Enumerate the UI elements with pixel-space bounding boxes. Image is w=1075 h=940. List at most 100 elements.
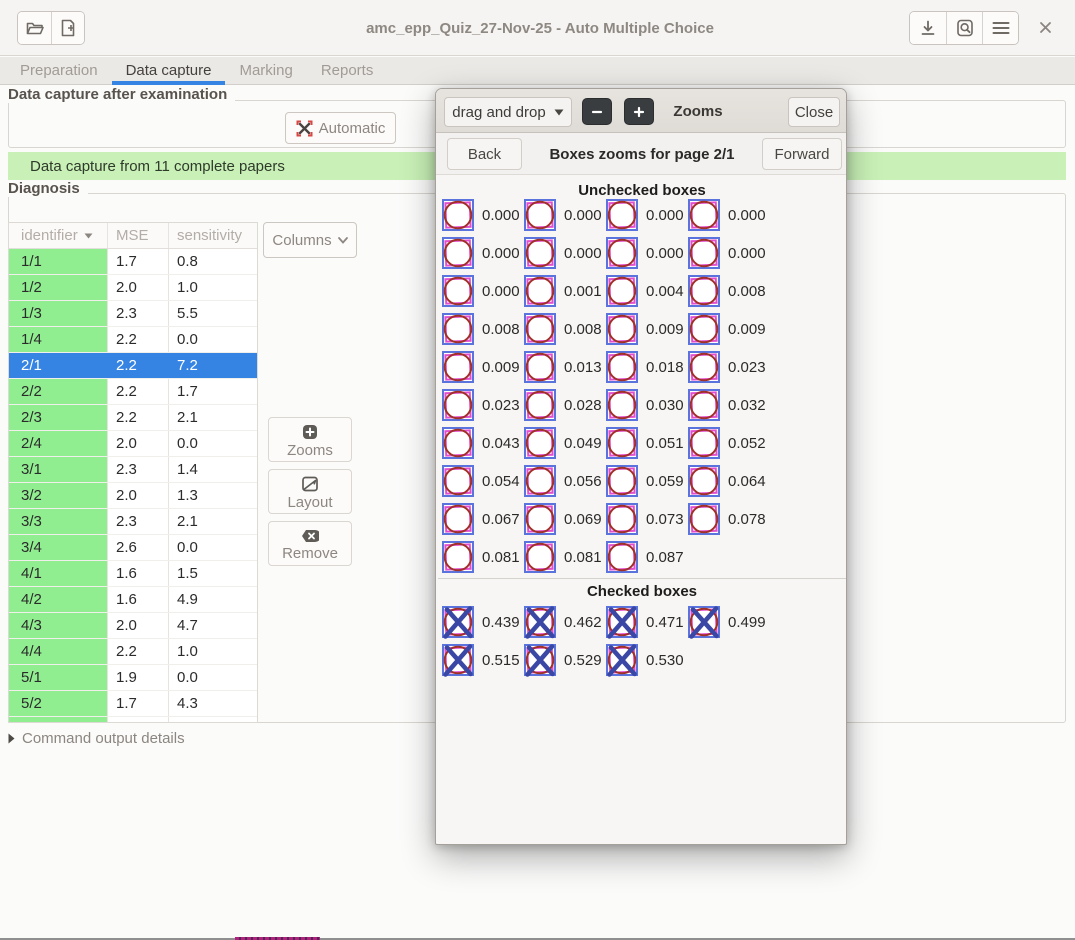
table-row[interactable]: 4/21.64.9 <box>9 587 257 613</box>
table-row[interactable]: 3/42.60.0 <box>9 535 257 561</box>
unchecked-box-item[interactable]: 0.000 <box>524 199 606 231</box>
table-row-partial[interactable] <box>9 717 257 723</box>
table-row[interactable]: 1/22.01.0 <box>9 275 257 301</box>
unchecked-box-item[interactable]: 0.008 <box>688 275 770 307</box>
dialog-close-button[interactable]: Close <box>788 97 840 127</box>
table-row[interactable]: 1/11.70.8 <box>9 249 257 275</box>
checked-box-item[interactable]: 0.529 <box>524 644 606 676</box>
window-action-group <box>909 11 1019 45</box>
new-project-button[interactable] <box>51 12 84 44</box>
table-row[interactable]: 1/32.35.5 <box>9 301 257 327</box>
table-row[interactable]: 4/11.61.5 <box>9 561 257 587</box>
table-row[interactable]: 2/42.00.0 <box>9 431 257 457</box>
unchecked-box-item[interactable]: 0.000 <box>688 237 770 269</box>
checked-box-item[interactable]: 0.471 <box>606 606 688 638</box>
unchecked-box-item[interactable]: 0.000 <box>606 237 688 269</box>
unchecked-box-item[interactable]: 0.008 <box>442 313 524 345</box>
tab-marking[interactable]: Marking <box>225 57 306 85</box>
unchecked-box-item[interactable]: 0.001 <box>524 275 606 307</box>
unchecked-box-item[interactable]: 0.056 <box>524 465 606 497</box>
unchecked-box-item[interactable]: 0.000 <box>442 199 524 231</box>
tab-reports[interactable]: Reports <box>307 57 388 85</box>
automatic-capture-button[interactable]: Automatic <box>285 112 396 144</box>
unchecked-box-item[interactable]: 0.054 <box>442 465 524 497</box>
back-button[interactable]: Back <box>447 138 522 170</box>
unchecked-box-item[interactable]: 0.087 <box>606 541 688 573</box>
unchecked-box-item[interactable]: 0.023 <box>442 389 524 421</box>
table-row[interactable]: 5/11.90.0 <box>9 665 257 691</box>
preview-button[interactable] <box>946 12 982 44</box>
menu-button[interactable] <box>982 12 1018 44</box>
unchecked-box-item[interactable]: 0.081 <box>524 541 606 573</box>
column-header-mse[interactable]: MSE <box>108 223 169 248</box>
tab-data-capture[interactable]: Data capture <box>112 57 226 85</box>
table-row[interactable]: 4/42.21.0 <box>9 639 257 665</box>
unchecked-box-item[interactable]: 0.078 <box>688 503 770 535</box>
zoom-out-button[interactable] <box>582 98 612 125</box>
remove-button[interactable]: Remove <box>268 521 352 566</box>
table-row[interactable]: 2/12.27.2 <box>9 353 257 379</box>
table-row[interactable]: 1/42.20.0 <box>9 327 257 353</box>
checked-box-item[interactable]: 0.439 <box>442 606 524 638</box>
checked-box-item[interactable]: 0.530 <box>606 644 688 676</box>
zoom-in-button[interactable] <box>624 98 654 125</box>
unchecked-box-item[interactable]: 0.069 <box>524 503 606 535</box>
unchecked-box-item[interactable]: 0.000 <box>442 237 524 269</box>
tab-preparation[interactable]: Preparation <box>6 57 112 85</box>
open-project-button[interactable] <box>18 12 51 44</box>
box-darkness-value: 0.009 <box>728 321 766 338</box>
forward-button[interactable]: Forward <box>762 138 842 170</box>
layout-button[interactable]: Layout <box>268 469 352 514</box>
unchecked-box-item[interactable]: 0.018 <box>606 351 688 383</box>
table-row[interactable]: 3/22.01.3 <box>9 483 257 509</box>
unchecked-box-item[interactable]: 0.013 <box>524 351 606 383</box>
columns-button[interactable]: Columns <box>263 222 357 258</box>
save-button[interactable] <box>910 12 946 44</box>
unchecked-box-item[interactable]: 0.032 <box>688 389 770 421</box>
checked-box-item[interactable]: 0.515 <box>442 644 524 676</box>
checked-box-item[interactable]: 0.462 <box>524 606 606 638</box>
column-header-identifier[interactable]: identifier <box>9 223 108 248</box>
column-header-sensitivity[interactable]: sensitivity <box>169 223 257 248</box>
close-window-button[interactable] <box>1031 13 1059 41</box>
table-row[interactable]: 4/32.04.7 <box>9 613 257 639</box>
unchecked-box-item[interactable]: 0.049 <box>524 427 606 459</box>
new-document-icon <box>60 19 76 37</box>
unchecked-box-item[interactable]: 0.004 <box>606 275 688 307</box>
unchecked-box-item[interactable]: 0.009 <box>688 313 770 345</box>
unchecked-box-item[interactable]: 0.030 <box>606 389 688 421</box>
table-row[interactable]: 3/12.31.4 <box>9 457 257 483</box>
table-row[interactable]: 5/21.74.3 <box>9 691 257 717</box>
table-row[interactable]: 2/32.22.1 <box>9 405 257 431</box>
unchecked-box-item[interactable]: 0.009 <box>606 313 688 345</box>
unchecked-box-item[interactable]: 0.051 <box>606 427 688 459</box>
unchecked-box-item[interactable]: 0.009 <box>442 351 524 383</box>
unchecked-box-item[interactable]: 0.073 <box>606 503 688 535</box>
unchecked-box-item[interactable]: 0.008 <box>524 313 606 345</box>
table-row[interactable]: 3/32.32.1 <box>9 509 257 535</box>
unchecked-box-item[interactable]: 0.043 <box>442 427 524 459</box>
unchecked-box-item[interactable]: 0.023 <box>688 351 770 383</box>
unchecked-box-item[interactable]: 0.067 <box>442 503 524 535</box>
unchecked-box-item[interactable]: 0.000 <box>442 275 524 307</box>
unchecked-box-item[interactable]: 0.052 <box>688 427 770 459</box>
unchecked-box-item[interactable]: 0.000 <box>524 237 606 269</box>
unchecked-box-item[interactable]: 0.059 <box>606 465 688 497</box>
mse-cell: 2.2 <box>108 379 169 404</box>
box-darkness-value: 0.000 <box>728 245 766 262</box>
checked-box-item[interactable]: 0.499 <box>688 606 770 638</box>
table-body: 1/11.70.81/22.01.01/32.35.51/42.20.02/12… <box>9 249 257 723</box>
unchecked-box-image <box>524 465 556 497</box>
box-darkness-value: 0.000 <box>564 245 602 262</box>
unchecked-box-item[interactable]: 0.081 <box>442 541 524 573</box>
table-row[interactable]: 2/22.21.7 <box>9 379 257 405</box>
unchecked-box-item[interactable]: 0.028 <box>524 389 606 421</box>
drag-and-drop-dropdown[interactable]: drag and drop <box>444 97 572 127</box>
command-output-expander[interactable]: Command output details <box>8 730 185 747</box>
unchecked-box-item[interactable]: 0.000 <box>688 199 770 231</box>
sensitivity-cell: 2.1 <box>169 509 257 534</box>
unchecked-box-item[interactable]: 0.000 <box>606 199 688 231</box>
unchecked-box-item[interactable]: 0.064 <box>688 465 770 497</box>
identifier-cell: 1/4 <box>9 327 108 352</box>
zooms-button[interactable]: Zooms <box>268 417 352 462</box>
